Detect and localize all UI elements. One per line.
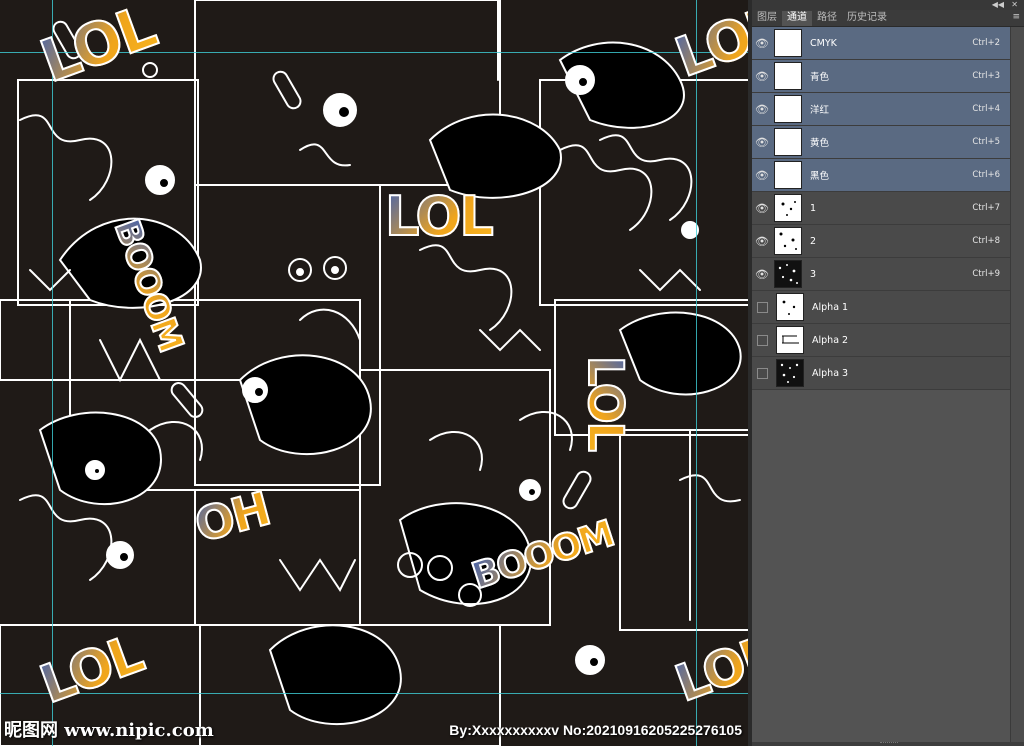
eye-icon[interactable]: 👁 bbox=[754, 37, 770, 50]
comic-word-lol: LOL bbox=[384, 184, 495, 249]
channel-row-cmyk[interactable]: 👁 CMYK Ctrl+2 bbox=[752, 27, 1010, 60]
guide-line-right bbox=[696, 0, 697, 746]
eye-icon[interactable]: 👁 bbox=[754, 136, 770, 149]
watermark-site: 昵图网 www.nipic.com bbox=[4, 720, 214, 741]
visibility-checkbox[interactable] bbox=[757, 367, 768, 379]
guide-line-left bbox=[52, 0, 53, 746]
channel-shortcut: Ctrl+4 bbox=[972, 104, 1000, 114]
eye-icon[interactable]: 👁 bbox=[754, 235, 770, 248]
collapse-icon[interactable]: ◀◀ bbox=[992, 0, 1004, 10]
channel-thumbnail bbox=[776, 293, 804, 321]
channel-thumbnail bbox=[774, 128, 802, 156]
tab-history[interactable]: 历史记录 bbox=[842, 11, 892, 26]
tab-channels[interactable]: 通道 bbox=[782, 11, 812, 26]
panel-footer bbox=[752, 742, 1024, 746]
channel-name: 3 bbox=[810, 268, 817, 280]
eye-icon[interactable]: 👁 bbox=[754, 70, 770, 83]
channel-row-cyan[interactable]: 👁 青色 Ctrl+3 bbox=[752, 60, 1010, 93]
document-canvas[interactable]: LOL LOL BOOOM LOL OH BOOOM LOL LOL LOL 昵… bbox=[0, 0, 748, 746]
channel-shortcut: Ctrl+2 bbox=[972, 38, 1000, 48]
channel-row-alpha-2[interactable]: Alpha 2 bbox=[752, 324, 1010, 357]
channel-row-spot-3[interactable]: 👁 3 Ctrl+9 bbox=[752, 258, 1010, 291]
comic-word-lol: LOL bbox=[576, 355, 634, 451]
watermark-author-id: By:Xxxxxxxxxxv No:20210916205225276105 bbox=[449, 722, 742, 738]
channel-shortcut: Ctrl+7 bbox=[972, 203, 1000, 213]
eye-icon[interactable]: 👁 bbox=[754, 169, 770, 182]
channel-name: 黄色 bbox=[810, 138, 830, 149]
channel-name: 2 bbox=[810, 235, 817, 247]
channel-name: Alpha 2 bbox=[812, 334, 849, 346]
panel-tabs: 图层 通道 路径 历史记录 ≡ bbox=[752, 10, 1024, 27]
eye-icon[interactable]: 👁 bbox=[754, 103, 770, 116]
eye-icon[interactable]: 👁 bbox=[754, 268, 770, 281]
channels-panel: ◀◀ ✕ 图层 通道 路径 历史记录 ≡ 👁 CMYK Ctrl+2 👁 青色 … bbox=[752, 0, 1024, 746]
channel-thumbnail bbox=[774, 62, 802, 90]
panel-menu-icon[interactable]: ≡ bbox=[1012, 12, 1020, 22]
channel-shortcut: Ctrl+5 bbox=[972, 137, 1000, 147]
visibility-checkbox[interactable] bbox=[757, 334, 768, 346]
channel-row-spot-2[interactable]: 👁 2 Ctrl+8 bbox=[752, 225, 1010, 258]
channel-thumbnail bbox=[776, 326, 804, 354]
channel-row-alpha-3[interactable]: Alpha 3 bbox=[752, 357, 1010, 390]
channel-thumbnail bbox=[774, 194, 802, 222]
channel-list: 👁 CMYK Ctrl+2 👁 青色 Ctrl+3 👁 洋红 Ctrl+4 👁 … bbox=[752, 27, 1010, 390]
tab-layers[interactable]: 图层 bbox=[752, 11, 782, 26]
close-icon[interactable]: ✕ bbox=[1011, 0, 1018, 10]
channel-row-yellow[interactable]: 👁 黄色 Ctrl+5 bbox=[752, 126, 1010, 159]
visibility-checkbox[interactable] bbox=[757, 301, 768, 313]
channel-thumbnail bbox=[774, 29, 802, 57]
resize-grip[interactable] bbox=[880, 742, 898, 746]
channel-name: 1 bbox=[810, 202, 817, 214]
channel-name: Alpha 1 bbox=[812, 301, 849, 313]
channel-thumbnail bbox=[774, 227, 802, 255]
channel-name: 青色 bbox=[810, 72, 830, 83]
channel-shortcut: Ctrl+9 bbox=[972, 269, 1000, 279]
channel-shortcut: Ctrl+3 bbox=[972, 71, 1000, 81]
channel-name: 黑色 bbox=[810, 171, 830, 182]
tab-paths[interactable]: 路径 bbox=[812, 11, 842, 26]
channel-name: Alpha 3 bbox=[812, 367, 849, 379]
channel-thumbnail bbox=[774, 95, 802, 123]
channel-row-alpha-1[interactable]: Alpha 1 bbox=[752, 291, 1010, 324]
panel-scrollbar[interactable] bbox=[1010, 27, 1024, 742]
channel-row-magenta[interactable]: 👁 洋红 Ctrl+4 bbox=[752, 93, 1010, 126]
eye-icon[interactable]: 👁 bbox=[754, 202, 770, 215]
channel-shortcut: Ctrl+6 bbox=[972, 170, 1000, 180]
panel-titlebar[interactable]: ◀◀ ✕ bbox=[752, 0, 1024, 10]
channel-name: CMYK bbox=[810, 37, 837, 49]
channel-row-spot-1[interactable]: 👁 1 Ctrl+7 bbox=[752, 192, 1010, 225]
channel-thumbnail bbox=[774, 161, 802, 189]
channel-shortcut: Ctrl+8 bbox=[972, 236, 1000, 246]
channel-thumbnail bbox=[776, 359, 804, 387]
channel-name: 洋红 bbox=[810, 105, 830, 116]
channel-thumbnail bbox=[774, 260, 802, 288]
channel-row-black[interactable]: 👁 黑色 Ctrl+6 bbox=[752, 159, 1010, 192]
